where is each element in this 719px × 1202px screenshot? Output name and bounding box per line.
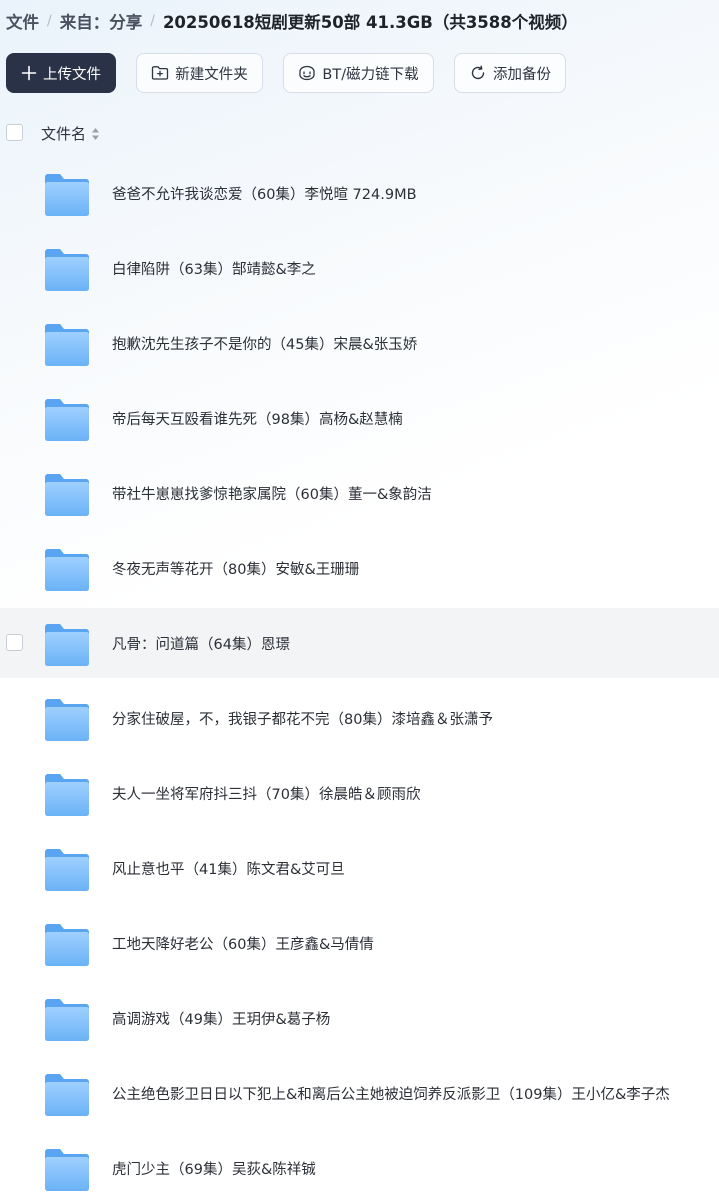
add-backup-button[interactable]: 添加备份 [454, 53, 566, 93]
add-backup-label: 添加备份 [493, 66, 551, 83]
file-name[interactable]: 夫人一坐将军府抖三抖（70集）徐晨皓＆顾雨欣 [112, 783, 420, 804]
file-row[interactable]: 虎门少主（69集）吴荻&陈祥铖 [0, 1133, 719, 1202]
file-name[interactable]: 分家住破屋，不，我银子都花不完（80集）漆培鑫＆张潇予 [112, 708, 493, 729]
file-row[interactable]: 帝后每天互殴看谁先死（98集）高杨&赵慧楠 [0, 383, 719, 453]
breadcrumb-files[interactable]: 文件 [6, 9, 39, 33]
file-name[interactable]: 冬夜无声等花开（80集）安敏&王珊珊 [112, 558, 359, 579]
new-folder-label: 新建文件夹 [175, 66, 248, 83]
file-name[interactable]: 风止意也平（41集）陈文君&艾可旦 [112, 858, 345, 879]
magnet-icon [298, 65, 316, 81]
file-row[interactable]: 高调游戏（49集）王玥伊&葛子杨 [0, 983, 719, 1053]
folder-plus-icon [151, 65, 169, 81]
file-row[interactable]: 分家住破屋，不，我银子都花不完（80集）漆培鑫＆张潇予 [0, 683, 719, 753]
file-name[interactable]: 抱歉沈先生孩子不是你的（45集）宋晨&张玉娇 [112, 333, 417, 354]
upload-file-label: 上传文件 [43, 66, 101, 83]
folder-icon[interactable] [44, 398, 90, 446]
file-name[interactable]: 帝后每天互殴看谁先死（98集）高杨&赵慧楠 [112, 408, 403, 429]
file-name[interactable]: 白律陷阱（63集）郜靖懿&李之 [112, 258, 316, 279]
file-name[interactable]: 凡骨：问道篇（64集）恩璟 [112, 633, 290, 654]
folder-icon[interactable] [44, 248, 90, 296]
folder-icon[interactable] [44, 698, 90, 746]
file-row[interactable]: 带社牛崽崽找爹惊艳家属院（60集）董一&象韵洁 [0, 458, 719, 528]
folder-icon[interactable] [44, 848, 90, 896]
bt-magnet-download-label: BT/磁力链下载 [322, 66, 419, 83]
sort-icon[interactable] [91, 127, 100, 141]
file-row[interactable]: 白律陷阱（63集）郜靖懿&李之 [0, 233, 719, 303]
new-folder-button[interactable]: 新建文件夹 [136, 53, 263, 93]
breadcrumb-shared-from[interactable]: 来自：分享 [60, 9, 143, 33]
file-row[interactable]: 凡骨：问道篇（64集）恩璟 [0, 608, 719, 678]
folder-icon[interactable] [44, 473, 90, 521]
folder-icon[interactable] [44, 623, 90, 671]
file-row[interactable]: 夫人一坐将军府抖三抖（70集）徐晨皓＆顾雨欣 [0, 758, 719, 828]
column-file-name[interactable]: 文件名 [41, 123, 100, 144]
upload-file-button[interactable]: 上传文件 [6, 53, 116, 93]
bt-magnet-download-button[interactable]: BT/磁力链下载 [283, 53, 434, 93]
breadcrumb-separator: / [47, 13, 52, 29]
folder-icon[interactable] [44, 173, 90, 221]
file-row[interactable]: 公主绝色影卫日日以下犯上&和离后公主她被迫饲养反派影卫（109集）王小亿&李子杰 [0, 1058, 719, 1128]
column-file-name-label: 文件名 [41, 125, 87, 143]
file-name[interactable]: 带社牛崽崽找爹惊艳家属院（60集）董一&象韵洁 [112, 483, 432, 504]
folder-icon[interactable] [44, 773, 90, 821]
file-name[interactable]: 高调游戏（49集）王玥伊&葛子杨 [112, 1008, 330, 1029]
file-list-header: 文件名 [0, 117, 719, 149]
file-name[interactable]: 虎门少主（69集）吴荻&陈祥铖 [112, 1158, 316, 1179]
folder-icon[interactable] [44, 998, 90, 1046]
folder-icon[interactable] [44, 923, 90, 971]
folder-icon[interactable] [44, 323, 90, 371]
select-all-checkbox[interactable] [6, 124, 23, 141]
file-name[interactable]: 公主绝色影卫日日以下犯上&和离后公主她被迫饲养反派影卫（109集）王小亿&李子杰 [112, 1083, 670, 1104]
folder-icon[interactable] [44, 1073, 90, 1121]
file-row[interactable]: 爸爸不允许我谈恋爱（60集）李悦暄 724.9MB [0, 158, 719, 228]
file-name[interactable]: 爸爸不允许我谈恋爱（60集）李悦暄 724.9MB [112, 183, 417, 204]
folder-icon[interactable] [44, 548, 90, 596]
file-row[interactable]: 冬夜无声等花开（80集）安敏&王珊珊 [0, 533, 719, 603]
file-name[interactable]: 工地天降好老公（60集）王彦鑫&马倩倩 [112, 933, 374, 954]
breadcrumb: 文件 / 来自：分享 / 20250618短剧更新50部 41.3GB（共358… [6, 9, 578, 33]
file-row[interactable]: 风止意也平（41集）陈文君&艾可旦 [0, 833, 719, 903]
folder-icon[interactable] [44, 1148, 90, 1196]
breadcrumb-separator: / [150, 13, 155, 29]
sync-icon [469, 64, 487, 82]
file-row[interactable]: 工地天降好老公（60集）王彦鑫&马倩倩 [0, 908, 719, 978]
plus-icon [21, 65, 37, 81]
breadcrumb-current-folder: 20250618短剧更新50部 41.3GB（共3588个视频） [162, 13, 578, 32]
row-checkbox[interactable] [6, 634, 23, 651]
file-row[interactable]: 抱歉沈先生孩子不是你的（45集）宋晨&张玉娇 [0, 308, 719, 378]
